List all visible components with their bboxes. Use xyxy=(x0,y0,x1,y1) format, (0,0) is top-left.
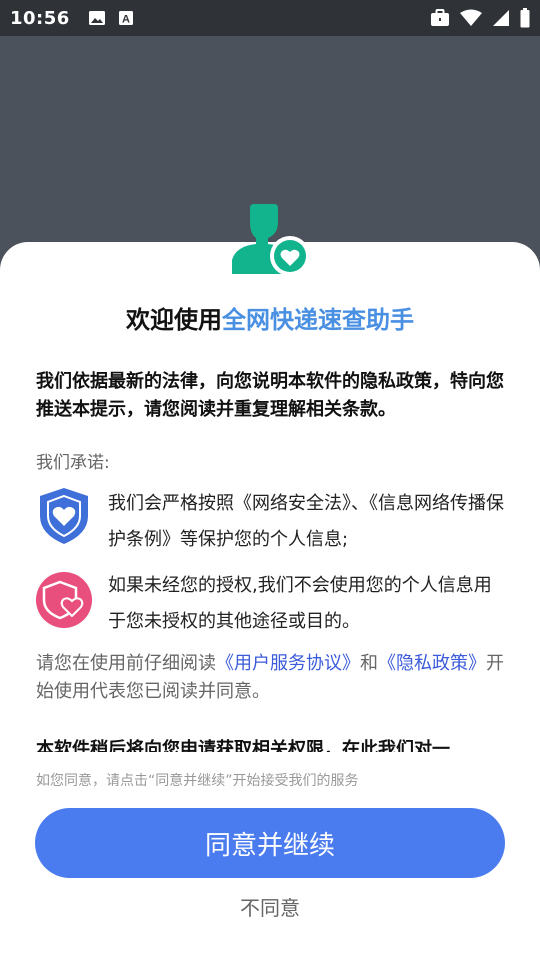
promise-item: 如果未经您的授权,我们不会使用您的个人信息用于您未授权的其他途径或目的。 xyxy=(36,568,506,640)
svg-text:A: A xyxy=(122,14,130,26)
agreement-notice: 请您在使用前仔细阅读《用户服务协议》和《隐私政策》开始使用代表您已阅读并同意。 xyxy=(36,650,506,706)
wifi-icon xyxy=(460,9,482,26)
image-icon xyxy=(88,11,105,25)
signal-icon xyxy=(493,10,509,26)
a-notification-icon: A xyxy=(118,11,133,26)
agree-continue-button[interactable]: 同意并继续 xyxy=(35,808,505,878)
intro-text: 我们依据最新的法律，向您说明本软件的隐私政策，特向您推送本提示，请您阅读并重复理… xyxy=(36,371,504,420)
dialog-title: 欢迎使用全网快递速查助手 xyxy=(0,300,540,335)
shield-heart-icon xyxy=(40,488,88,544)
status-time: 10:56 xyxy=(10,7,70,29)
notice-middle: 和 xyxy=(360,653,378,674)
promise-item: 我们会严格按照《网络安全法》、《信息网络传播保护条例》等保护您的个人信息; xyxy=(36,486,506,558)
disagree-button[interactable]: 不同意 xyxy=(0,892,540,921)
title-prefix: 欢迎使用 xyxy=(126,306,222,334)
briefcase-icon xyxy=(431,9,449,26)
agree-hint: 如您同意，请点击“同意并继续”开始接受我们的服务 xyxy=(36,773,359,789)
user-agreement-link[interactable]: 《用户服务协议》 xyxy=(216,653,360,674)
status-bar: 10:56 A xyxy=(0,0,540,36)
app-name: 全网快递速查助手 xyxy=(222,306,414,334)
shield-heart-circle-icon xyxy=(36,572,92,628)
privacy-policy-link[interactable]: 《隐私政策》 xyxy=(378,653,486,674)
promise-text: 如果未经您的授权,我们不会使用您的个人信息用于您未授权的其他途径或目的。 xyxy=(108,575,492,632)
notice-before: 请您在使用前仔细阅读 xyxy=(36,653,216,674)
promise-label: 我们承诺: xyxy=(36,453,110,473)
scroll-cutoff-text: 本软件稍后将向您申请获取相关权限，在此我们对一 xyxy=(36,738,506,752)
battery-icon xyxy=(520,8,530,28)
cutoff-line: 本软件稍后将向您申请获取相关权限，在此我们对一 xyxy=(36,739,450,752)
user-shield-heart-icon xyxy=(232,204,310,276)
promise-text: 我们会严格按照《网络安全法》、《信息网络传播保护条例》等保护您的个人信息; xyxy=(108,493,504,550)
